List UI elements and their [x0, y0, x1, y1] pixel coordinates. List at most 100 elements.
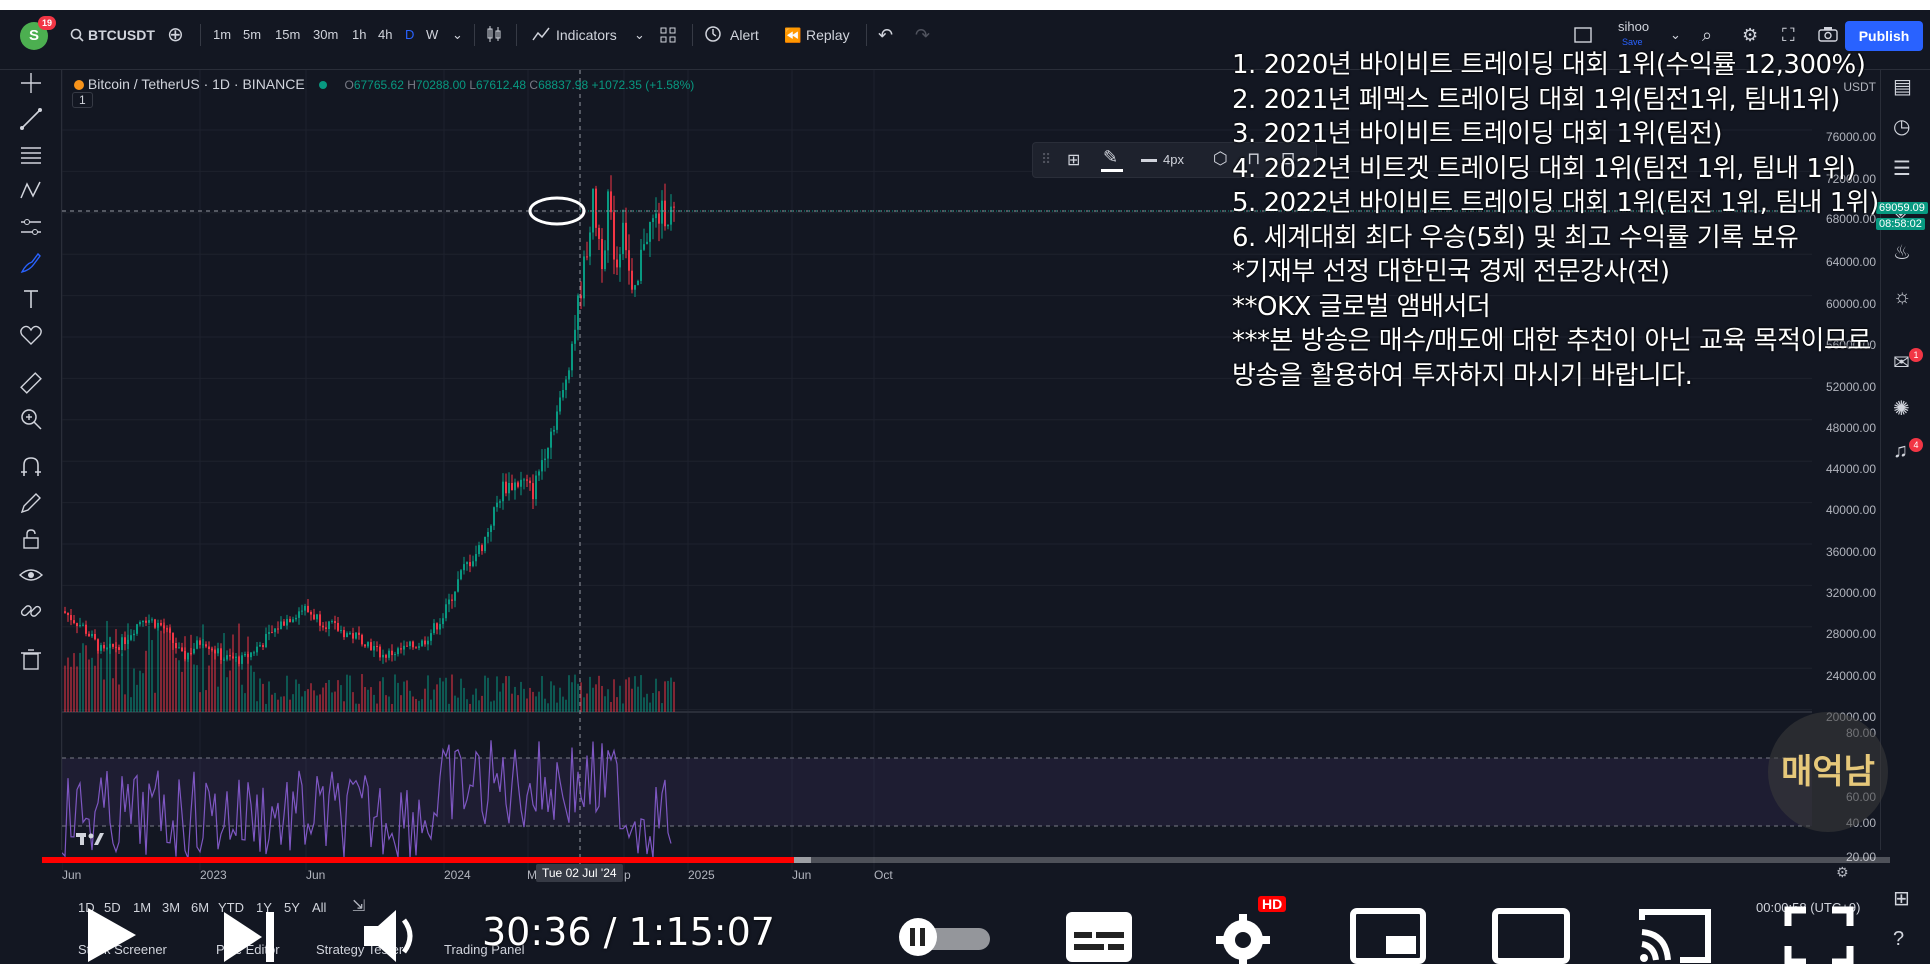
lock-icon[interactable] — [18, 526, 44, 552]
tradingview-logo-icon[interactable] — [76, 830, 104, 853]
play-icon[interactable] — [84, 906, 138, 964]
volume-bar — [451, 674, 453, 712]
fib-retracement-icon[interactable] — [18, 142, 44, 168]
interval-4h[interactable]: 4h — [378, 22, 392, 48]
candle-body — [601, 238, 603, 270]
volume-bar — [217, 686, 219, 712]
pane-counter[interactable]: 1 — [72, 92, 93, 108]
theater-mode-icon[interactable] — [1492, 908, 1570, 964]
symbol-search[interactable]: BTCUSDT — [88, 22, 155, 48]
data-window-icon[interactable]: ⊞ — [1893, 886, 1919, 912]
brush-icon[interactable] — [18, 250, 44, 276]
candle-body — [358, 632, 360, 635]
video-time-display: 30:36 / 1:15:07 — [482, 910, 775, 954]
candle-body — [304, 605, 306, 611]
subtitles-icon[interactable] — [1064, 910, 1134, 964]
text-tool-icon[interactable] — [18, 286, 44, 312]
cast-icon[interactable] — [1636, 906, 1714, 964]
next-video-icon[interactable] — [222, 910, 278, 964]
redo-icon[interactable]: ↷ — [915, 22, 930, 48]
video-progress-fill[interactable] — [42, 857, 794, 863]
volume-bar — [574, 674, 576, 712]
magnet-icon[interactable] — [18, 454, 44, 480]
miniplayer-icon[interactable] — [1350, 908, 1426, 964]
templates-icon[interactable] — [660, 22, 676, 48]
line-width-value[interactable]: 4px — [1163, 152, 1184, 167]
indicators-button[interactable]: Indicators — [556, 22, 617, 48]
prediction-icon[interactable] — [18, 214, 44, 240]
eye-icon[interactable] — [18, 562, 44, 588]
volume-bar — [436, 684, 438, 712]
publish-button[interactable]: Publish — [1845, 21, 1923, 51]
search-icon[interactable] — [70, 22, 84, 48]
heart-icon[interactable] — [18, 322, 44, 348]
settings-hex-icon[interactable]: ⬡ — [1213, 149, 1228, 169]
interval-d[interactable]: D — [405, 22, 414, 48]
range-button[interactable]: 6M — [191, 900, 209, 915]
alert-icon[interactable] — [704, 22, 722, 48]
interval-dropdown-icon[interactable]: ⌄ — [452, 22, 463, 48]
replay-button[interactable]: Replay — [806, 22, 850, 48]
fullscreen-icon[interactable]: ⛶ — [1782, 22, 1795, 48]
settings-icon[interactable]: ⚙ — [1742, 22, 1758, 48]
color-swatch[interactable] — [1101, 169, 1123, 172]
candle-body — [349, 633, 351, 635]
interval-1m[interactable]: 1m — [213, 22, 231, 48]
template-icon[interactable]: ⊞ — [1067, 150, 1080, 170]
avatar[interactable]: S 19 — [20, 16, 56, 50]
quick-search-icon[interactable]: ⌕ — [1702, 22, 1712, 48]
range-button[interactable]: 5Y — [284, 900, 300, 915]
volume-icon[interactable] — [362, 908, 428, 964]
alert-button[interactable]: Alert — [730, 22, 759, 48]
autoplay-toggle[interactable] — [892, 918, 992, 961]
settings-gear-icon[interactable] — [1212, 910, 1274, 964]
patterns-icon[interactable] — [18, 178, 44, 204]
bulb-icon[interactable]: ✺ — [1893, 396, 1919, 422]
trend-line-icon[interactable] — [18, 106, 44, 132]
chart-type-icon[interactable] — [485, 22, 503, 48]
indicators-dropdown-icon[interactable]: ⌄ — [634, 22, 645, 48]
range-button[interactable]: 3M — [162, 900, 180, 915]
indicators-icon[interactable] — [532, 22, 550, 48]
candle-body — [547, 447, 549, 459]
link-icon[interactable] — [18, 598, 44, 624]
channel-watermark[interactable]: 매억남 — [1768, 712, 1888, 832]
candle-body — [370, 642, 372, 651]
layout-icon[interactable] — [1574, 22, 1592, 48]
volume-bar — [358, 703, 360, 712]
interval-15m[interactable]: 15m — [275, 22, 300, 48]
range-button[interactable]: All — [312, 900, 326, 915]
compare-add-icon[interactable]: ⊕ — [167, 22, 184, 48]
interval-w[interactable]: W — [426, 22, 438, 48]
volume-bar — [274, 692, 276, 712]
volume-bar — [469, 703, 471, 712]
volume-bar — [616, 697, 618, 712]
axis-settings-icon[interactable]: ⚙ — [1836, 864, 1849, 881]
volume-bar — [568, 675, 570, 712]
drag-handle-icon[interactable]: ⠿ — [1041, 151, 1051, 168]
volume-bar — [475, 688, 477, 712]
undo-icon[interactable]: ↶ — [878, 22, 893, 48]
volume-bar — [544, 698, 546, 712]
volume-bar — [142, 673, 144, 712]
line-color-icon[interactable]: ✎ — [1103, 147, 1118, 168]
volume-bar — [559, 687, 561, 712]
volume-bar — [163, 622, 165, 712]
zoom-in-icon[interactable] — [18, 406, 44, 432]
help-icon[interactable]: ? — [1893, 928, 1919, 954]
ruler-icon[interactable] — [18, 370, 44, 396]
interval-1h[interactable]: 1h — [352, 22, 366, 48]
interval-5m[interactable]: 5m — [243, 22, 261, 48]
interval-30m[interactable]: 30m — [313, 22, 338, 48]
replay-icon[interactable]: ⏪ — [784, 22, 801, 48]
pencil-lock-icon[interactable] — [18, 490, 44, 516]
candle-body — [388, 650, 390, 658]
layout-dropdown-icon[interactable]: ⌄ — [1670, 22, 1681, 48]
legend-symbol-name[interactable]: Bitcoin / TetherUS · 1D · BINANCE — [88, 76, 305, 92]
camera-icon[interactable] — [1818, 22, 1838, 48]
volume-bar — [589, 676, 591, 712]
trash-icon[interactable] — [18, 646, 44, 672]
volume-bar — [376, 703, 378, 712]
crosshair-icon[interactable] — [18, 70, 44, 96]
fullscreen-video-icon[interactable] — [1784, 906, 1854, 964]
